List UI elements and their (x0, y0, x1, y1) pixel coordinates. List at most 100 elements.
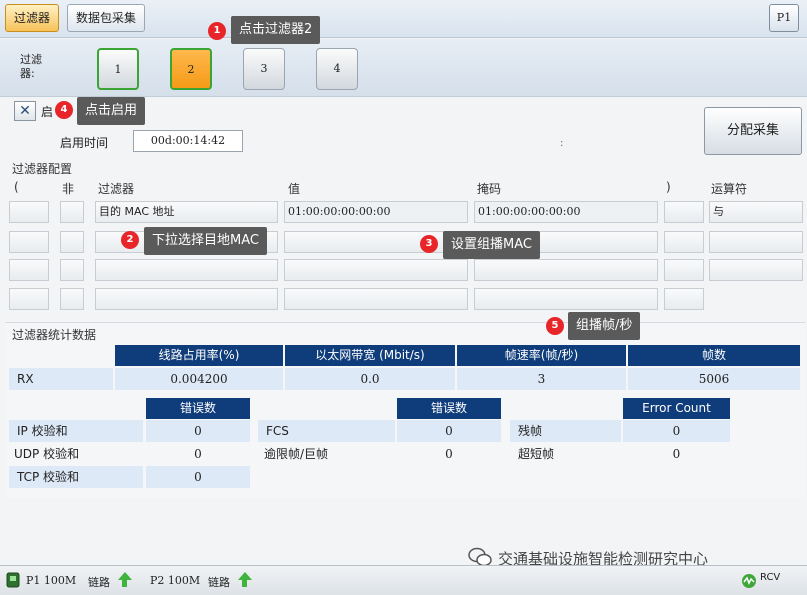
tab-packet-capture[interactable]: 数据包采集 (67, 4, 146, 32)
connector-icon (6, 572, 20, 588)
col-operator: 运算符 (711, 182, 748, 196)
stats-rx-line-util: 0.004200 (115, 368, 283, 390)
error-jumbo-value: 0 (397, 443, 501, 465)
callout-4-badge: 4 (55, 101, 73, 119)
error-header-2: 错误数 (397, 398, 501, 419)
row3-paren-open[interactable] (9, 259, 49, 281)
wechat-icon (468, 547, 492, 567)
stats-rx-frame-rate: 3 (457, 368, 626, 390)
row3-paren-close[interactable] (664, 259, 704, 281)
row3-mask-input[interactable] (474, 259, 658, 281)
stats-header-frame-rate: 帧速率(帧/秒) (457, 345, 626, 366)
row4-mask-input[interactable] (474, 288, 658, 310)
stats-rx-frames: 5006 (628, 368, 800, 390)
callout-1: 点击过滤器2 (231, 16, 321, 44)
error-fcs-value: 0 (397, 420, 501, 442)
filter-4-button[interactable]: 4 (316, 48, 358, 90)
row3-value-input[interactable] (284, 259, 468, 281)
filter-2-button[interactable]: 2 (170, 48, 212, 90)
error-undersize-value: 0 (623, 443, 730, 465)
row2-paren-open[interactable] (9, 231, 49, 253)
top-tab-bar: 过滤器 数据包采集 P1 (0, 0, 807, 38)
stats-row-rx-label: RX (9, 368, 113, 390)
enable-checkbox[interactable]: ✕ (14, 101, 36, 121)
row1-operator[interactable]: 与 (709, 201, 803, 223)
stats-header-bandwidth: 以太网带宽 (Mbit/s) (285, 345, 455, 366)
receive-icon (742, 574, 756, 588)
port-p1-link-label: 链路 (88, 576, 110, 589)
col-value: 值 (288, 182, 301, 196)
row4-value-input[interactable] (284, 288, 468, 310)
row2-value-input[interactable] (284, 231, 468, 253)
row4-not[interactable] (60, 288, 84, 310)
port-p1-status: P1 100M (26, 574, 77, 587)
colon-text: : (560, 138, 564, 149)
row4-filter-select[interactable] (95, 288, 278, 310)
col-paren-open: ( (14, 180, 19, 194)
col-filter: 过滤器 (98, 182, 135, 196)
row2-not[interactable] (60, 231, 84, 253)
enable-time-label: 启用时间 (60, 136, 109, 150)
row1-filter-select[interactable]: 目的 MAC 地址 (95, 201, 278, 223)
callout-1-badge: 1 (208, 22, 226, 40)
filter-1-button[interactable]: 1 (97, 48, 139, 90)
error-header-1: 错误数 (146, 398, 250, 419)
row2-operator[interactable] (709, 231, 803, 253)
col-mask: 掩码 (477, 182, 502, 196)
p1-link-up-arrow-icon (118, 572, 132, 580)
app-window: 过滤器 数据包采集 P1 过滤器: 1 2 3 4 ✕ 启 启用时间 00d:0… (0, 0, 807, 595)
enable-label: 启 (41, 105, 54, 119)
p1-link-up-arrow-stem (122, 580, 127, 587)
row4-paren-close[interactable] (664, 288, 704, 310)
filter-stats-title: 过滤器统计数据 (12, 328, 97, 342)
filter-config-title: 过滤器配置 (12, 162, 73, 176)
error-ip-checksum-value: 0 (146, 420, 250, 442)
callout-3: 设置组播MAC (443, 231, 540, 259)
error-udp-checksum-label: UDP 校验和 (14, 447, 80, 461)
filter-selector-label: 过滤器: (20, 53, 42, 80)
col-not: 非 (62, 182, 75, 196)
row3-not[interactable] (60, 259, 84, 281)
error-tcp-checksum-label: TCP 校验和 (9, 466, 143, 488)
callout-4: 点击启用 (77, 97, 146, 125)
error-count-header: Error Count (623, 398, 730, 419)
port-p1-button[interactable]: P1 (769, 4, 799, 32)
col-paren-close: ) (666, 180, 671, 194)
error-udp-checksum-value: 0 (146, 443, 250, 465)
callout-5: 组播帧/秒 (568, 312, 641, 340)
port-p2-link-label: 链路 (208, 576, 230, 589)
p2-link-up-arrow-stem (242, 580, 247, 587)
error-runt-label: 残帧 (510, 420, 621, 442)
error-fcs-label: FCS (258, 420, 395, 442)
callout-2: 下拉选择目地MAC (144, 227, 267, 255)
status-bar: P1 100M 链路 P2 100M 链路 RCV (0, 565, 807, 595)
error-runt-value: 0 (623, 420, 730, 442)
callout-3-badge: 3 (420, 235, 438, 253)
filter-selector-row: 过滤器: 1 2 3 4 (0, 39, 807, 97)
rcv-label: RCV (760, 572, 781, 583)
tab-filter[interactable]: 过滤器 (5, 4, 60, 32)
row4-paren-open[interactable] (9, 288, 49, 310)
row1-paren-open[interactable] (9, 201, 49, 223)
error-ip-checksum-label: IP 校验和 (9, 420, 143, 442)
row3-filter-select[interactable] (95, 259, 278, 281)
p2-link-up-arrow-icon (238, 572, 252, 580)
row2-paren-close[interactable] (664, 231, 704, 253)
stats-header-line-util: 线路占用率(%) (115, 345, 283, 366)
row1-value-input[interactable]: 01:00:00:00:00:00 (284, 201, 468, 223)
port-p2-status: P2 100M (150, 574, 201, 587)
callout-2-badge: 2 (121, 231, 139, 249)
filter-3-button[interactable]: 3 (243, 48, 285, 90)
stats-header-frames: 帧数 (628, 345, 800, 366)
row1-not[interactable] (60, 201, 84, 223)
stats-rx-bandwidth: 0.0 (285, 368, 455, 390)
allocate-capture-button[interactable]: 分配采集 (704, 107, 802, 155)
error-jumbo-label: 逾限帧/巨帧 (264, 447, 329, 461)
enable-time-value: 00d:00:14:42 (133, 130, 243, 152)
row3-operator[interactable] (709, 259, 803, 281)
callout-5-badge: 5 (546, 317, 564, 335)
error-undersize-label: 超短帧 (518, 447, 555, 461)
error-tcp-checksum-value: 0 (146, 466, 250, 488)
row1-mask-input[interactable]: 01:00:00:00:00:00 (474, 201, 658, 223)
row1-paren-close[interactable] (664, 201, 704, 223)
